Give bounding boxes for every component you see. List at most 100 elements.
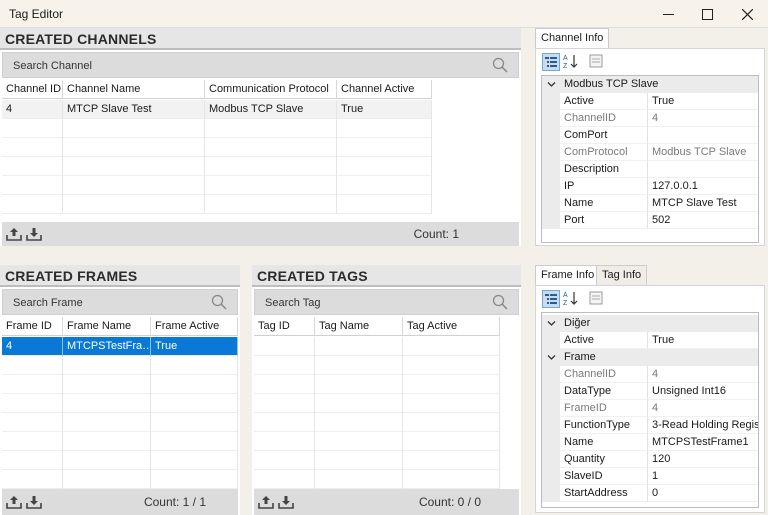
property-row[interactable]: IP 127.0.0.1 — [542, 178, 758, 195]
svg-text:Z: Z — [563, 300, 568, 306]
empty-row — [2, 195, 432, 214]
property-row[interactable]: ComProtocol Modbus TCP Slave — [542, 144, 758, 161]
property-row[interactable]: Active True — [542, 93, 758, 110]
download-icon[interactable] — [26, 226, 42, 242]
table-row[interactable]: 4 MTCP Slave Test Modbus TCP Slave True — [2, 100, 432, 119]
property-row[interactable]: SlaveID 1 — [542, 468, 758, 485]
column-header[interactable]: Channel Active — [337, 80, 432, 99]
column-header[interactable]: Communication Protocol — [205, 80, 337, 99]
channel-info-tabs: Channel Info — [535, 28, 765, 49]
tags-grid[interactable]: Tag ID Tag Name Tag Active — [254, 317, 519, 489]
property-value[interactable]: 1 — [648, 468, 758, 485]
empty-row — [2, 356, 238, 375]
property-category[interactable]: Modbus TCP Slave — [542, 76, 758, 93]
upload-icon[interactable] — [6, 226, 22, 242]
property-row[interactable]: Port 502 — [542, 212, 758, 229]
frames-grid[interactable]: Frame ID Frame Name Frame Active 4 MTCPS… — [2, 317, 238, 489]
property-value[interactable]: MTCPSTestFrame1 — [648, 434, 758, 451]
property-pages-button[interactable] — [588, 290, 606, 308]
property-row[interactable]: Description — [542, 161, 758, 178]
tag-search-placeholder: Search Tag — [265, 297, 321, 309]
property-row[interactable]: ChannelID 4 — [542, 366, 758, 383]
column-header[interactable]: Frame ID — [2, 317, 63, 336]
chevron-down-icon[interactable] — [547, 353, 556, 362]
column-header[interactable]: Tag ID — [254, 317, 315, 336]
property-category[interactable]: Frame — [542, 349, 758, 366]
property-name: ComProtocol — [560, 144, 648, 161]
property-row[interactable]: FunctionType 3-Read Holding Registe — [542, 417, 758, 434]
property-row[interactable]: Quantity 120 — [542, 451, 758, 468]
alphabetical-icon: AZ — [563, 55, 578, 70]
column-header[interactable]: Frame Name — [63, 317, 151, 336]
channels-grid[interactable]: Channel ID Channel Name Communication Pr… — [2, 80, 519, 220]
property-category[interactable]: Diğer — [542, 315, 758, 332]
title-bar: Tag Editor — [0, 0, 768, 28]
channel-property-grid[interactable]: Modbus TCP Slave Active True ChannelID 4 C… — [541, 75, 759, 243]
property-value[interactable]: 120 — [648, 451, 758, 468]
close-button[interactable] — [727, 0, 767, 28]
download-icon[interactable] — [26, 494, 42, 510]
categorized-button[interactable] — [542, 290, 560, 308]
channels-title: CREATED CHANNELS — [5, 31, 157, 47]
alphabetical-button[interactable]: AZ — [563, 290, 581, 308]
column-header[interactable]: Channel Name — [63, 80, 205, 99]
property-row[interactable]: ChannelID 4 — [542, 110, 758, 127]
property-row[interactable]: Name MTCPSTestFrame1 — [542, 434, 758, 451]
minimize-button[interactable] — [648, 0, 688, 28]
tags-grid-header: Tag ID Tag Name Tag Active — [254, 317, 500, 336]
svg-text:A: A — [563, 55, 568, 62]
property-value[interactable] — [648, 161, 758, 178]
table-row[interactable]: 4 MTCPSTestFra… True — [2, 337, 238, 356]
maximize-icon — [701, 8, 713, 20]
column-header[interactable]: Tag Name — [315, 317, 403, 336]
property-value[interactable]: 0 — [648, 485, 758, 502]
property-row[interactable]: StartAddress 0 — [542, 485, 758, 502]
download-icon[interactable] — [278, 494, 294, 510]
tab-channel-info[interactable]: Channel Info — [535, 28, 610, 49]
empty-row — [2, 470, 238, 489]
tab-tag-info[interactable]: Tag Info — [596, 265, 648, 285]
column-header[interactable]: Frame Active — [151, 317, 238, 336]
upload-icon[interactable] — [6, 494, 22, 510]
property-row[interactable]: Active True — [542, 332, 758, 349]
empty-row — [254, 337, 500, 356]
window-title: Tag Editor — [9, 7, 64, 21]
property-value[interactable]: True — [648, 93, 758, 110]
table-cell: 4 — [2, 337, 63, 356]
frame-search-placeholder: Search Frame — [13, 297, 83, 309]
empty-row — [2, 138, 432, 157]
categorized-button[interactable] — [542, 53, 560, 71]
property-row[interactable]: DataType Unsigned Int16 — [542, 383, 758, 400]
column-header[interactable]: Channel ID — [2, 80, 63, 99]
chevron-down-icon[interactable] — [547, 80, 556, 89]
property-value[interactable]: True — [648, 332, 758, 349]
frame-search-input[interactable]: Search Frame — [2, 289, 238, 315]
property-row[interactable]: ComPort — [542, 127, 758, 144]
property-value[interactable]: 3-Read Holding Registe — [648, 417, 758, 434]
alphabetical-button[interactable]: AZ — [563, 53, 581, 71]
search-icon[interactable] — [492, 294, 508, 310]
property-value[interactable]: 127.0.0.1 — [648, 178, 758, 195]
upload-icon[interactable] — [258, 494, 274, 510]
tab-frame-info[interactable]: Frame Info — [535, 265, 601, 286]
property-pages-button[interactable] — [588, 53, 606, 71]
alphabetical-icon: AZ — [563, 292, 578, 307]
property-row[interactable]: FrameID 4 — [542, 400, 758, 417]
property-value[interactable]: Unsigned Int16 — [648, 383, 758, 400]
property-name: ComPort — [560, 127, 648, 144]
property-name: Description — [560, 161, 648, 178]
table-cell: Modbus TCP Slave — [205, 100, 337, 119]
search-icon[interactable] — [492, 57, 508, 73]
tag-search-input[interactable]: Search Tag — [254, 289, 519, 315]
property-value[interactable]: 502 — [648, 212, 758, 229]
property-value[interactable]: MTCP Slave Test — [648, 195, 758, 212]
frames-count: Count: 1 / 1 — [143, 495, 206, 509]
search-icon[interactable] — [211, 294, 227, 310]
property-value[interactable] — [648, 127, 758, 144]
channel-search-input[interactable]: Search Channel — [2, 52, 519, 78]
chevron-down-icon[interactable] — [547, 319, 556, 328]
maximize-button[interactable] — [687, 0, 727, 28]
frame-property-grid[interactable]: Diğer Active True Frame ChannelID 4 DataTy… — [541, 312, 759, 508]
column-header[interactable]: Tag Active — [403, 317, 500, 336]
property-row[interactable]: Name MTCP Slave Test — [542, 195, 758, 212]
